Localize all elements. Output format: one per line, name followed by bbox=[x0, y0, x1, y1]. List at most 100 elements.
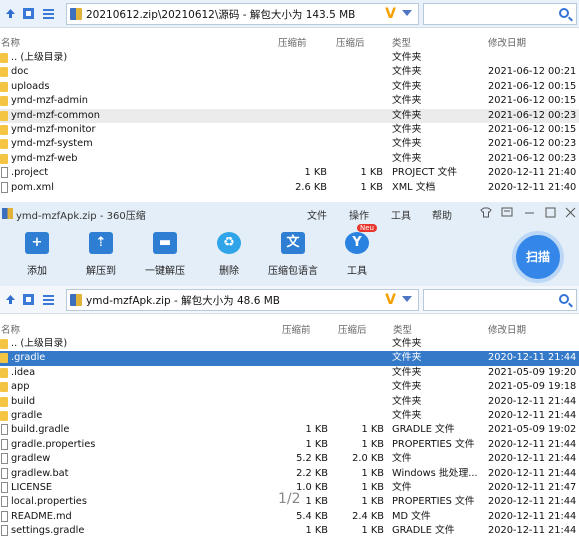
file-icon bbox=[1, 424, 8, 436]
file-row[interactable]: .gradle 文件夹 2020-12-11 21:44 bbox=[0, 351, 579, 366]
v-logo-icon[interactable]: V bbox=[385, 292, 396, 308]
message-icon[interactable] bbox=[501, 207, 513, 221]
list-view-icon[interactable] bbox=[43, 8, 54, 19]
chevron-down-icon[interactable] bbox=[402, 296, 412, 302]
file-name: build bbox=[11, 395, 36, 407]
add-button[interactable]: + 添加 bbox=[9, 232, 65, 277]
tools-button[interactable]: Y 工具 bbox=[329, 232, 385, 277]
file-row[interactable]: build 文件夹 2020-12-11 21:44 bbox=[0, 395, 579, 409]
menu-file[interactable]: 文件 bbox=[307, 207, 327, 222]
file-row[interactable]: doc 文件夹 2021-06-12 00:21 bbox=[0, 65, 579, 79]
path-box[interactable]: 20210612.zip\20210612\源码 - 解包大小为 143.5 M… bbox=[66, 3, 419, 25]
window-column-header: 名称 压缩前 压缩后 类型 修改日期 bbox=[0, 320, 579, 336]
col-name[interactable]: 名称 bbox=[1, 35, 20, 49]
file-row[interactable]: .. (上级目录) 文件夹 bbox=[0, 51, 579, 65]
v-logo-icon[interactable]: V bbox=[385, 6, 396, 22]
one-click-extract-button[interactable]: ▬ 一键解压 bbox=[137, 232, 193, 277]
language-icon: 文 bbox=[281, 232, 305, 254]
one-click-extract-icon: ▬ bbox=[153, 232, 177, 254]
recycle-icon: ♻ bbox=[217, 232, 241, 254]
file-name: ymd-mzf-admin bbox=[11, 95, 88, 107]
file-icon bbox=[1, 181, 8, 193]
modified-date: 2021-05-09 19:18 bbox=[488, 381, 577, 393]
size-after: 1 KB bbox=[361, 525, 385, 537]
search-icon[interactable] bbox=[559, 294, 569, 304]
file-icon bbox=[1, 496, 8, 508]
size-after: 2.4 KB bbox=[352, 510, 384, 522]
folder-icon bbox=[0, 110, 8, 121]
col-type[interactable]: 类型 bbox=[392, 35, 411, 49]
menu-tools[interactable]: 工具 bbox=[391, 207, 411, 222]
up-arrow-icon[interactable] bbox=[5, 294, 16, 305]
folder-icon bbox=[0, 353, 8, 364]
search-input[interactable] bbox=[423, 289, 577, 311]
path-box[interactable]: ymd-mzfApk.zip - 解包大小为 48.6 MB V bbox=[66, 289, 419, 311]
extract-to-button[interactable]: ⇡ 解压到 bbox=[73, 232, 129, 277]
col-date[interactable]: 修改日期 bbox=[488, 35, 526, 49]
col-date[interactable]: 修改日期 bbox=[488, 322, 526, 336]
minimize-icon[interactable] bbox=[524, 207, 535, 221]
chevron-down-icon[interactable] bbox=[402, 10, 412, 16]
col-before[interactable]: 压缩前 bbox=[282, 322, 311, 336]
view-icon[interactable] bbox=[23, 8, 34, 19]
size-before: 5.2 KB bbox=[296, 453, 328, 465]
file-name: ymd-mzf-common bbox=[11, 109, 100, 121]
maximize-icon[interactable] bbox=[545, 207, 556, 221]
folder-icon bbox=[0, 96, 8, 107]
modified-date: 2021-06-12 00:15 bbox=[488, 95, 577, 107]
file-name: app bbox=[11, 381, 30, 393]
menu-help[interactable]: 帮助 bbox=[432, 207, 452, 222]
file-type: 文件夹 bbox=[392, 95, 422, 107]
folder-icon bbox=[0, 81, 8, 92]
file-name: gradlew bbox=[11, 453, 51, 465]
delete-button[interactable]: ♻ 删除 bbox=[201, 232, 257, 277]
list-view-icon[interactable] bbox=[43, 294, 54, 305]
file-icon bbox=[1, 453, 8, 465]
close-icon[interactable] bbox=[565, 207, 576, 221]
file-type: 文件夹 bbox=[392, 138, 422, 150]
file-type: 文件夹 bbox=[392, 66, 422, 78]
file-row[interactable]: README.md 5.4 KB 2.4 KB MD 文件 2020-12-11 21:… bbox=[0, 510, 579, 524]
file-row[interactable]: ymd-mzf-monitor 文件夹 2021-06-12 00:15 bbox=[0, 123, 579, 137]
col-name[interactable]: 名称 bbox=[1, 322, 20, 336]
path-text: ymd-mzfApk.zip - 解包大小为 48.6 MB bbox=[86, 295, 280, 307]
col-after[interactable]: 压缩后 bbox=[338, 322, 367, 336]
search-input[interactable] bbox=[423, 3, 577, 25]
view-icon[interactable] bbox=[23, 294, 34, 305]
file-name: ymd-mzf-system bbox=[11, 138, 93, 150]
col-type[interactable]: 类型 bbox=[393, 322, 412, 336]
file-row[interactable]: .. (上级目录) 文件夹 bbox=[0, 337, 579, 351]
file-row[interactable]: ymd-mzf-system 文件夹 2021-06-12 00:23 bbox=[0, 137, 579, 151]
folder-icon bbox=[0, 153, 8, 164]
size-before: 2.2 KB bbox=[296, 467, 328, 479]
search-icon[interactable] bbox=[559, 8, 569, 18]
file-row[interactable]: gradlew.bat 2.2 KB 1 KB Windows 批处理... 2020-… bbox=[0, 467, 579, 481]
size-after: 1 KB bbox=[361, 438, 385, 450]
menu-operate[interactable]: 操作 bbox=[349, 207, 369, 222]
file-row[interactable]: ymd-mzf-admin 文件夹 2021-06-12 00:15 bbox=[0, 94, 579, 108]
file-row[interactable]: pom.xml 2.6 KB 1 KB XML 文档 2020-12-11 21:40 bbox=[0, 181, 579, 195]
file-row[interactable]: .idea 文件夹 2021-05-09 19:20 bbox=[0, 366, 579, 380]
size-after: 2.0 KB bbox=[352, 453, 384, 465]
size-before: 1 KB bbox=[305, 525, 329, 537]
file-row[interactable]: uploads 文件夹 2021-06-12 00:15 bbox=[0, 80, 579, 94]
file-row[interactable]: ymd-mzf-web 文件夹 2021-06-12 00:23 bbox=[0, 152, 579, 166]
file-row[interactable]: ymd-mzf-common 文件夹 2021-06-12 00:23 bbox=[0, 108, 579, 123]
up-arrow-icon[interactable] bbox=[5, 8, 16, 19]
scan-button[interactable]: 扫描 bbox=[512, 231, 564, 283]
archive-language-button[interactable]: 文 压缩包语言 bbox=[265, 232, 321, 277]
col-before[interactable]: 压缩前 bbox=[278, 35, 307, 49]
file-row[interactable]: gradle.properties 1 KB 1 KB PROPERTIES 文件 20… bbox=[0, 438, 579, 452]
shirt-icon[interactable] bbox=[480, 207, 492, 221]
file-row[interactable]: gradle 文件夹 2020-12-11 21:44 bbox=[0, 409, 579, 423]
file-type: PROPERTIES 文件 bbox=[392, 496, 475, 508]
size-before: 1 KB bbox=[305, 424, 329, 436]
file-row[interactable]: gradlew 5.2 KB 2.0 KB 文件 2020-12-11 21:44 bbox=[0, 452, 579, 466]
col-after[interactable]: 压缩后 bbox=[336, 35, 365, 49]
file-row[interactable]: app 文件夹 2021-05-09 19:18 bbox=[0, 380, 579, 394]
file-row[interactable]: .project 1 KB 1 KB PROJECT 文件 2020-12-11 21:… bbox=[0, 166, 579, 180]
folder-icon bbox=[0, 139, 8, 150]
file-row[interactable]: build.gradle 1 KB 1 KB GRADLE 文件 2021-05-09 … bbox=[0, 423, 579, 437]
file-row[interactable]: settings.gradle 1 KB 1 KB GRADLE 文件 2020-12-… bbox=[0, 524, 579, 538]
file-type: 文件夹 bbox=[392, 395, 422, 407]
